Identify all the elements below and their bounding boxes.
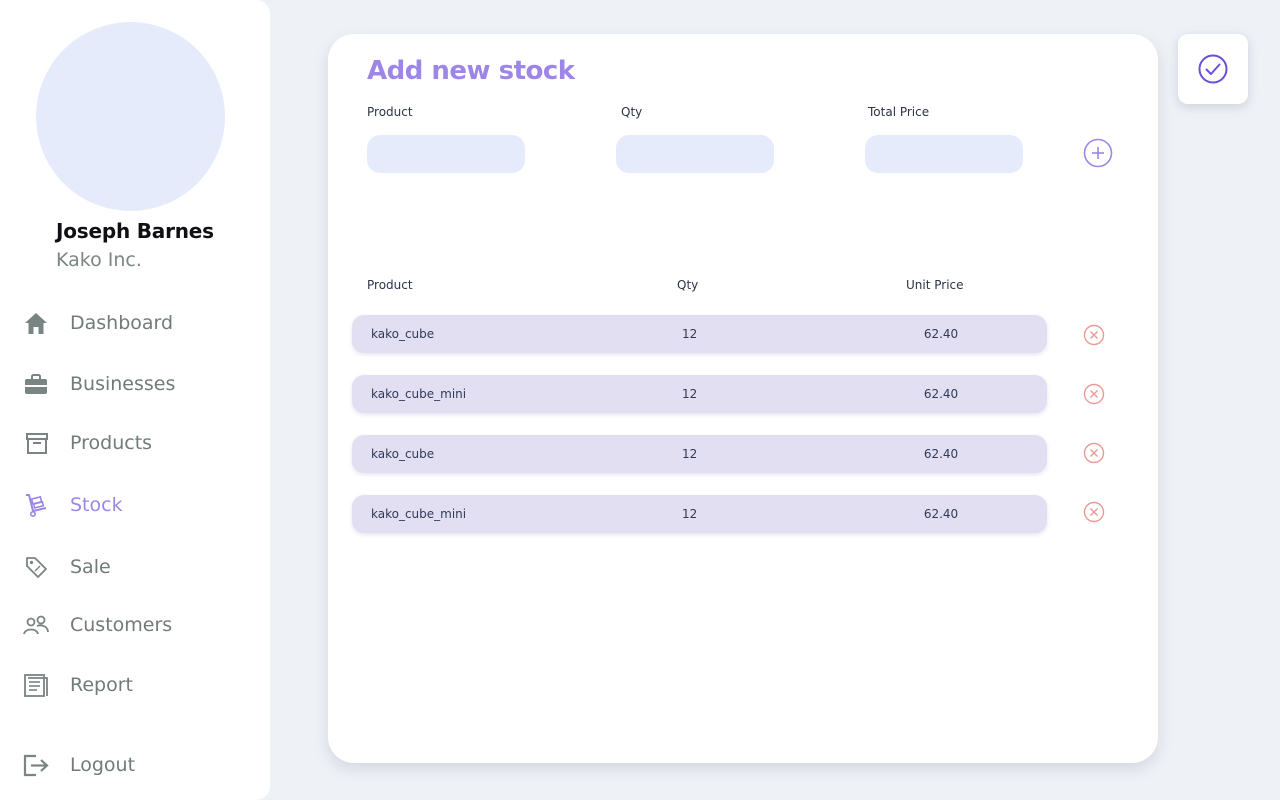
check-circle-icon — [1198, 54, 1228, 84]
row-unit-price: 62.40 — [923, 387, 959, 401]
archive-box-icon — [22, 430, 50, 456]
remove-row-button[interactable] — [1083, 501, 1105, 523]
user-name: Joseph Barnes — [56, 219, 214, 243]
sidebar-item-sale[interactable]: Sale — [20, 547, 260, 587]
logout-button[interactable]: Logout — [20, 745, 260, 785]
sidebar-item-dashboard[interactable]: Dashboard — [20, 303, 260, 343]
sidebar-item-label: Businesses — [70, 373, 176, 395]
remove-row-button[interactable] — [1083, 442, 1105, 464]
row-unit-price: 62.40 — [923, 507, 959, 521]
row-unit-price: 62.40 — [923, 447, 959, 461]
table-row[interactable]: kako_cube_mini 12 62.40 — [352, 495, 1047, 533]
sidebar-item-products[interactable]: Products — [20, 423, 260, 463]
sidebar-item-label: Products — [70, 432, 153, 454]
hand-truck-icon — [22, 492, 50, 518]
row-qty: 12 — [682, 447, 698, 461]
sidebar-item-stock[interactable]: Stock — [20, 485, 260, 525]
row-product: kako_cube — [371, 447, 435, 461]
users-icon — [22, 612, 50, 638]
user-company: Kako Inc. — [56, 249, 142, 271]
table-row[interactable]: kako_cube 12 62.40 — [352, 435, 1047, 473]
report-icon — [22, 672, 50, 698]
sidebar-item-label: Report — [70, 674, 133, 696]
avatar[interactable] — [36, 22, 225, 211]
sidebar-item-label: Stock — [70, 494, 123, 516]
total-price-field-label: Total Price — [868, 105, 930, 119]
row-product: kako_cube_mini — [371, 387, 467, 401]
close-circle-icon — [1083, 501, 1105, 523]
table-row[interactable]: kako_cube_mini 12 62.40 — [352, 375, 1047, 413]
product-field-label: Product — [367, 105, 413, 119]
sidebar-item-customers[interactable]: Customers — [20, 605, 260, 645]
column-header-qty: Qty — [677, 278, 699, 292]
sidebar-item-report[interactable]: Report — [20, 665, 260, 705]
home-icon — [22, 310, 50, 336]
add-item-button[interactable] — [1083, 138, 1113, 168]
row-product: kako_cube — [371, 327, 435, 341]
qty-input[interactable] — [616, 135, 774, 173]
column-header-unit-price: Unit Price — [906, 278, 964, 292]
sidebar-item-label: Sale — [70, 556, 111, 578]
logout-label: Logout — [70, 754, 136, 776]
price-tag-icon — [22, 554, 50, 580]
product-input[interactable] — [367, 135, 525, 173]
confirm-button[interactable] — [1178, 34, 1248, 104]
close-circle-icon — [1083, 383, 1105, 405]
row-unit-price: 62.40 — [923, 327, 959, 341]
total-price-input[interactable] — [865, 135, 1023, 173]
close-circle-icon — [1083, 324, 1105, 346]
row-product: kako_cube_mini — [371, 507, 467, 521]
table-row[interactable]: kako_cube 12 62.40 — [352, 315, 1047, 353]
row-qty: 12 — [682, 507, 698, 521]
sidebar: Joseph Barnes Kako Inc. Dashboard Busine… — [0, 0, 270, 800]
row-qty: 12 — [682, 327, 698, 341]
sidebar-item-label: Dashboard — [70, 312, 174, 334]
plus-circle-icon — [1083, 138, 1113, 168]
qty-field-label: Qty — [621, 105, 643, 119]
remove-row-button[interactable] — [1083, 383, 1105, 405]
briefcase-icon — [22, 371, 50, 397]
sidebar-item-businesses[interactable]: Businesses — [20, 364, 260, 404]
logout-icon — [22, 752, 50, 778]
sidebar-item-label: Customers — [70, 614, 173, 636]
column-header-product: Product — [367, 278, 413, 292]
row-qty: 12 — [682, 387, 698, 401]
page-title: Add new stock — [367, 56, 575, 86]
add-stock-card: Add new stock Product Qty Total Price Pr… — [328, 34, 1158, 763]
remove-row-button[interactable] — [1083, 324, 1105, 346]
close-circle-icon — [1083, 442, 1105, 464]
